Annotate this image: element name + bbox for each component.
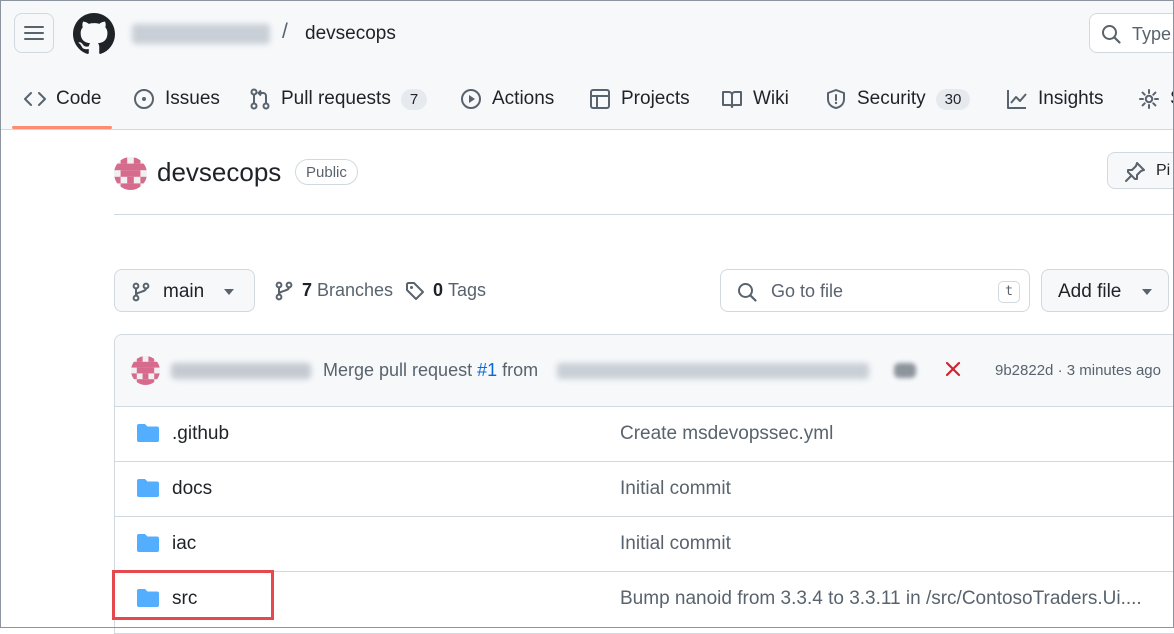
code-icon	[24, 92, 46, 106]
file-commit-message[interactable]: Initial commit	[620, 478, 731, 500]
latest-commit-bar: Merge pull request #1 from 9b2822d · 3 m…	[115, 335, 1174, 407]
git-branch-icon	[275, 281, 293, 300]
tab-label: Security	[857, 88, 926, 109]
commit-message[interactable]: Merge pull request #1 from	[323, 360, 538, 381]
commit-message-prefix: Merge pull request	[323, 360, 473, 380]
commit-expand-button[interactable]	[894, 363, 916, 378]
search-placeholder: Type	[1132, 24, 1172, 44]
file-commit-message[interactable]: Bump nanoid from 3.3.4 to 3.3.11 in /src…	[620, 588, 1142, 610]
pin-button[interactable]: Pi	[1107, 152, 1174, 189]
tab-code[interactable]: Code	[24, 86, 101, 112]
search-input[interactable]: Type	[1089, 13, 1174, 53]
annotation-highlight-box	[112, 570, 274, 620]
file-row[interactable]: docs Initial commit	[115, 461, 1174, 517]
git-pull-request-icon	[250, 88, 270, 110]
branches-count: 7	[302, 280, 313, 300]
owner-name-redacted[interactable]	[132, 24, 270, 44]
shield-icon	[827, 89, 845, 109]
pull-request-link[interactable]: #1	[477, 360, 497, 380]
hamburger-menu-button[interactable]	[14, 13, 54, 53]
title-divider	[114, 214, 1174, 215]
caret-down-icon	[1142, 289, 1152, 295]
keyboard-shortcut-hint: t	[998, 281, 1020, 303]
add-file-button[interactable]: Add file	[1041, 269, 1169, 312]
commit-hash[interactable]: 9b2822d	[995, 362, 1053, 379]
x-icon[interactable]	[944, 360, 962, 378]
file-row[interactable]: .github Create msdevopssec.yml	[115, 406, 1174, 462]
caret-down-icon	[224, 289, 234, 295]
tab-label: Pull requests	[281, 88, 391, 109]
github-logo-icon[interactable]	[73, 13, 115, 55]
file-name[interactable]: docs	[172, 478, 212, 500]
tags-count: 0	[433, 280, 444, 300]
file-name[interactable]: iac	[172, 533, 196, 555]
repo-title[interactable]: devsecops	[157, 157, 281, 188]
folder-icon	[137, 534, 159, 552]
graph-icon	[1007, 90, 1027, 109]
repo-owner-avatar[interactable]	[114, 157, 147, 190]
tab-insights[interactable]: Insights	[1006, 86, 1103, 112]
folder-icon	[137, 424, 159, 442]
commit-branch-redacted	[557, 363, 869, 379]
folder-icon	[137, 479, 159, 497]
play-icon	[461, 89, 481, 109]
search-icon	[738, 283, 757, 302]
selected-tab-underline	[12, 126, 112, 129]
file-name[interactable]: .github	[172, 423, 229, 445]
pin-label: Pi	[1156, 162, 1171, 179]
repo-header: / devsecops Type Code Issues Pull reques…	[0, 0, 1174, 130]
table-icon	[590, 89, 610, 109]
commit-author-redacted[interactable]	[171, 363, 311, 379]
tab-label: Wiki	[753, 88, 789, 109]
git-branch-icon	[132, 282, 150, 302]
commit-author-avatar[interactable]	[131, 356, 160, 385]
tab-label: Code	[56, 88, 102, 109]
visibility-badge: Public	[295, 159, 358, 185]
tab-label: Projects	[621, 88, 690, 109]
commit-meta: 9b2822d · 3 minutes ago	[995, 362, 1161, 379]
commit-time: 3 minutes ago	[1066, 362, 1161, 379]
tab-wiki[interactable]: Wiki	[721, 86, 789, 112]
security-count-badge: 30	[935, 88, 971, 110]
issue-opened-icon	[134, 89, 154, 109]
go-to-file-placeholder: Go to file	[771, 281, 844, 301]
tab-issues[interactable]: Issues	[133, 86, 220, 112]
gear-icon	[1139, 89, 1159, 109]
file-row[interactable]: iac Initial commit	[115, 516, 1174, 572]
three-bars-icon	[24, 26, 44, 40]
tab-settings[interactable]: S	[1138, 86, 1174, 112]
file-commit-message[interactable]: Initial commit	[620, 533, 731, 555]
tags-link[interactable]: 0 Tags	[405, 280, 486, 301]
tab-actions[interactable]: Actions	[460, 86, 554, 112]
book-icon	[722, 91, 742, 108]
pin-icon	[1125, 162, 1145, 182]
branches-link[interactable]: 7 Branches	[274, 280, 393, 301]
breadcrumb-repo-link[interactable]: devsecops	[305, 23, 396, 45]
branch-select-button[interactable]: main	[114, 269, 255, 312]
tab-security[interactable]: Security 30	[825, 86, 971, 112]
breadcrumb-separator: /	[282, 20, 288, 43]
commit-message-from: from	[502, 360, 539, 380]
search-icon	[1102, 25, 1121, 44]
add-file-label: Add file	[1058, 281, 1122, 302]
tab-label: Actions	[492, 88, 555, 109]
tab-label: Insights	[1038, 88, 1104, 109]
branches-label: Branches	[317, 280, 394, 300]
tag-icon	[406, 281, 424, 300]
file-commit-message[interactable]: Create msdevopssec.yml	[620, 423, 833, 445]
tab-pull-requests[interactable]: Pull requests 7	[249, 86, 428, 112]
branch-name: main	[163, 281, 205, 302]
tags-label: Tags	[448, 280, 487, 300]
tab-projects[interactable]: Projects	[589, 86, 690, 112]
pull-requests-count-badge: 7	[400, 88, 428, 110]
tab-label: Issues	[165, 88, 220, 109]
go-to-file-input[interactable]: Go to file t	[720, 269, 1030, 312]
tab-label: S	[1170, 88, 1174, 110]
commit-meta-separator: ·	[1057, 362, 1063, 379]
